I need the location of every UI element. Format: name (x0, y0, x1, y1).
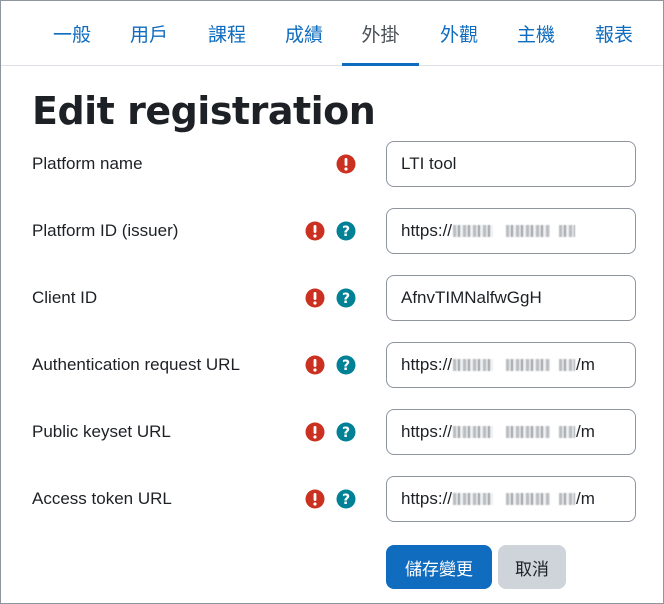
url-suffix: /m (576, 489, 595, 508)
svg-text:?: ? (342, 492, 350, 508)
redacted-text (559, 493, 576, 505)
required-icon (305, 489, 325, 509)
url-suffix: /m (576, 422, 595, 441)
auth-url-input[interactable]: https:// /m (386, 342, 636, 388)
cancel-button[interactable]: 取消 (498, 545, 566, 589)
help-icon[interactable]: ? (336, 489, 356, 509)
help-icon[interactable]: ? (336, 288, 356, 308)
keyset-url-input[interactable]: https:// /m (386, 409, 636, 455)
url-prefix: https:// (401, 489, 453, 508)
required-icon (305, 355, 325, 375)
form-row-platform-name: Platform name (0, 141, 664, 187)
required-icon (305, 422, 325, 442)
tab-grades[interactable]: 成績 (282, 1, 326, 65)
tab-courses[interactable]: 課程 (205, 1, 249, 65)
form-row-client-id: Client ID ? (0, 275, 664, 321)
tab-server[interactable]: 主機 (514, 1, 558, 65)
token-url-label: Access token URL (32, 489, 172, 508)
platform-id-label: Platform ID (issuer) (32, 221, 179, 240)
form-row-keyset-url: Public keyset URL ? https:// /m (0, 409, 664, 455)
page-title: Edit registration (32, 89, 376, 133)
svg-text:?: ? (342, 224, 350, 240)
client-id-label: Client ID (32, 288, 98, 307)
tab-reports[interactable]: 報表 (592, 1, 636, 65)
required-icon (336, 154, 356, 174)
admin-tabs: 一般 用戶 課程 成績 外掛 外觀 主機 報表 (1, 1, 663, 66)
help-icon[interactable]: ? (336, 355, 356, 375)
keyset-url-label: Public keyset URL (32, 422, 171, 441)
token-url-input[interactable]: https:// /m (386, 476, 636, 522)
tab-users[interactable]: 用戶 (127, 1, 171, 65)
required-icon (305, 288, 325, 308)
client-id-input[interactable] (386, 275, 636, 321)
redacted-text (506, 225, 551, 237)
redacted-text (453, 426, 494, 438)
platform-name-input[interactable] (386, 141, 636, 187)
platform-name-label: Platform name (32, 154, 143, 173)
redacted-text (559, 359, 576, 371)
redacted-text (559, 426, 576, 438)
svg-text:?: ? (342, 291, 350, 307)
redacted-text (506, 426, 551, 438)
redacted-text (559, 225, 576, 237)
redacted-text (453, 359, 494, 371)
url-prefix: https:// (401, 422, 453, 441)
url-suffix: /m (576, 355, 595, 374)
help-icon[interactable]: ? (336, 221, 356, 241)
required-icon (305, 221, 325, 241)
url-prefix: https:// (401, 221, 453, 240)
tab-appearance[interactable]: 外觀 (437, 1, 481, 65)
form-row-auth-url: Authentication request URL ? https:// /m (0, 342, 664, 388)
url-prefix: https:// (401, 355, 453, 374)
platform-id-input[interactable]: https:// (386, 208, 636, 254)
redacted-text (453, 225, 494, 237)
redacted-text (453, 493, 494, 505)
redacted-text (506, 493, 551, 505)
help-icon[interactable]: ? (336, 422, 356, 442)
form-row-platform-id: Platform ID (issuer) ? https:// (0, 208, 664, 254)
form-row-token-url: Access token URL ? https:// /m (0, 476, 664, 522)
save-changes-button[interactable]: 儲存變更 (386, 545, 492, 589)
tab-plugins[interactable]: 外掛 (342, 1, 419, 66)
tab-general[interactable]: 一般 (50, 1, 94, 65)
redacted-text (506, 359, 551, 371)
svg-text:?: ? (342, 425, 350, 441)
svg-text:?: ? (342, 358, 350, 374)
auth-url-label: Authentication request URL (32, 355, 240, 374)
